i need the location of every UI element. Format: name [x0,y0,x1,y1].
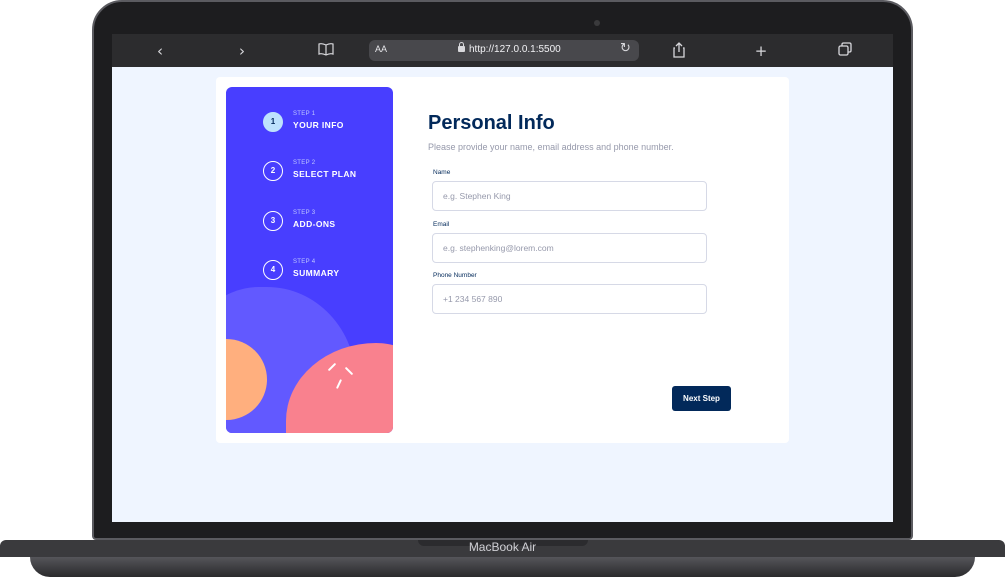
step-label: STEP 1 [293,111,316,117]
step-number: 2 [263,161,283,181]
reload-icon[interactable]: ↻ [620,41,631,56]
camera-dot [594,20,600,26]
browser-screen: ‹ › AA http://127.0.0.1:5500 ↻ + 1 STEP … [112,34,893,522]
step-select-plan[interactable]: 2 STEP 2 SELECT PLAN [263,160,383,186]
step-label: STEP 4 [293,259,316,265]
steps-sidebar: 1 STEP 1 YOUR INFO 2 STEP 2 SELECT PLAN … [226,87,393,433]
name-label: Name [433,169,451,176]
step-summary[interactable]: 4 STEP 4 SUMMARY [263,259,383,285]
step-add-ons[interactable]: 3 STEP 3 ADD-ONS [263,210,383,236]
step-label: STEP 3 [293,210,316,216]
email-label: Email [433,221,450,228]
tabs-icon[interactable] [836,42,854,60]
share-icon[interactable] [670,42,688,60]
url-text[interactable]: http://127.0.0.1:5500 [469,44,561,55]
step-number: 3 [263,211,283,231]
email-input[interactable] [432,233,707,263]
page-subtitle: Please provide your name, email address … [428,142,674,152]
chevron-right-icon[interactable]: › [233,42,251,60]
step-title: SELECT PLAN [293,169,357,179]
laptop-base: MacBook Air [0,540,1005,577]
phone-label: Phone Number [433,272,477,279]
next-step-button[interactable]: Next Step [672,386,731,411]
step-label: STEP 2 [293,160,316,166]
step-title: ADD-ONS [293,219,336,229]
form-card: 1 STEP 1 YOUR INFO 2 STEP 2 SELECT PLAN … [216,77,789,443]
step-title: SUMMARY [293,268,340,278]
name-input[interactable] [432,181,707,211]
browser-toolbar: ‹ › AA http://127.0.0.1:5500 ↻ + [112,34,893,67]
step-number: 1 [263,112,283,132]
page-title: Personal Info [428,112,555,134]
book-icon[interactable] [317,42,335,60]
chevron-left-icon[interactable]: ‹ [151,42,169,60]
text-size-button[interactable]: AA [375,44,387,54]
lock-icon [458,42,465,52]
step-title: YOUR INFO [293,120,344,130]
phone-input[interactable] [432,284,707,314]
step-number: 4 [263,260,283,280]
step-your-info[interactable]: 1 STEP 1 YOUR INFO [263,111,383,137]
plus-icon[interactable]: + [752,42,770,60]
address-bar[interactable]: AA http://127.0.0.1:5500 ↻ [369,40,639,61]
base-bottom [30,557,975,577]
device-brand-label: MacBook Air [468,540,537,554]
